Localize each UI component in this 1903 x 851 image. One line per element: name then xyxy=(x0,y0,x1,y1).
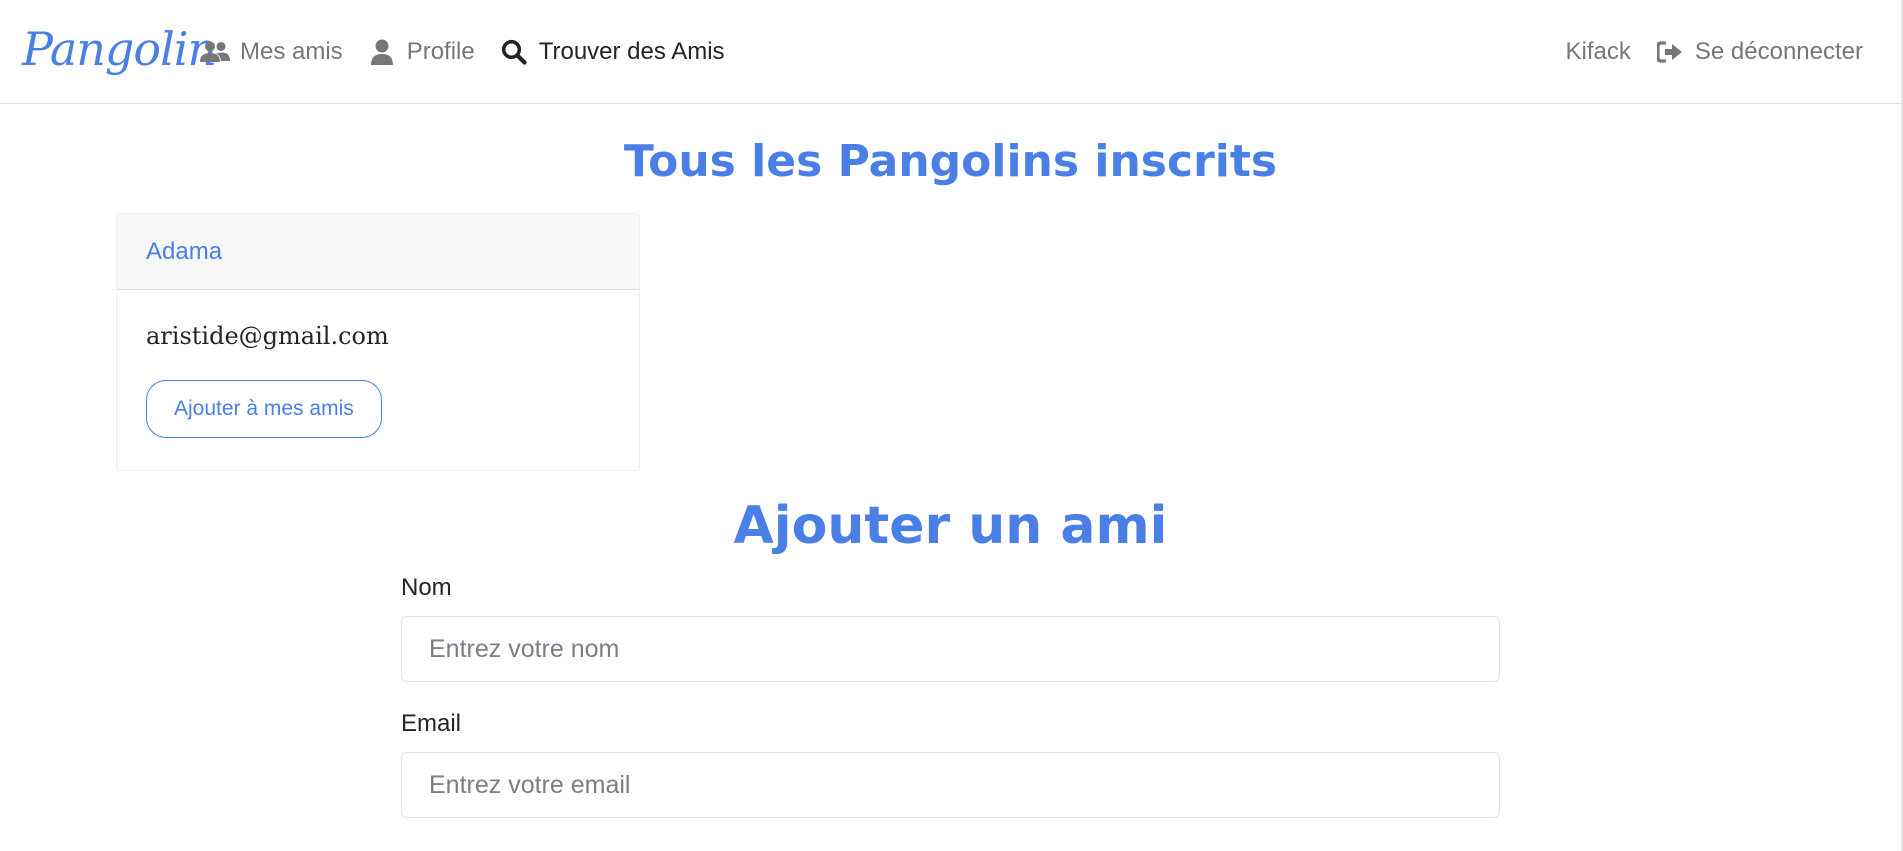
name-input[interactable] xyxy=(401,616,1500,682)
top-navbar: Pangolin Mes amis Profile Trouver des Am… xyxy=(0,0,1901,104)
add-friend-form: Nom Email xyxy=(401,574,1500,846)
nav-links: Mes amis Profile Trouver des Amis xyxy=(200,0,725,104)
user-name-link[interactable]: Kifack xyxy=(1566,38,1631,66)
logout-label: Se déconnecter xyxy=(1694,38,1863,65)
registered-pangolins-title: Tous les Pangolins inscrits xyxy=(623,136,1278,187)
page: Pangolin Mes amis Profile Trouver des Am… xyxy=(0,0,1903,851)
card-email: aristide@gmail.com xyxy=(146,322,389,350)
nav-user-area: Kifack Se déconnecter xyxy=(1566,0,1863,104)
card-header-name: Adama xyxy=(117,214,639,290)
pangolin-card: Adama aristide@gmail.com Ajouter à mes a… xyxy=(116,213,640,471)
sign-out-icon xyxy=(1655,39,1685,65)
nav-link-label: Profile xyxy=(406,38,475,65)
nav-link-mes-amis[interactable]: Mes amis xyxy=(200,38,343,66)
logout-link[interactable]: Se déconnecter xyxy=(1655,38,1863,66)
nav-link-label: Trouver des Amis xyxy=(538,38,725,65)
nav-link-trouver-des-amis[interactable]: Trouver des Amis xyxy=(499,38,725,66)
search-icon xyxy=(499,39,529,65)
card-body: aristide@gmail.com Ajouter à mes amis xyxy=(117,290,639,470)
nav-link-label: Mes amis xyxy=(240,38,343,65)
email-input[interactable] xyxy=(401,752,1500,818)
nav-link-profile[interactable]: Profile xyxy=(367,38,475,66)
brand-logo[interactable]: Pangolin xyxy=(22,22,217,76)
add-to-friends-button[interactable]: Ajouter à mes amis xyxy=(146,380,382,438)
add-friend-title: Ajouter un ami xyxy=(733,496,1168,556)
user-icon xyxy=(367,39,397,65)
users-icon xyxy=(200,39,230,65)
name-label: Nom xyxy=(401,574,452,601)
email-label: Email xyxy=(401,710,462,737)
